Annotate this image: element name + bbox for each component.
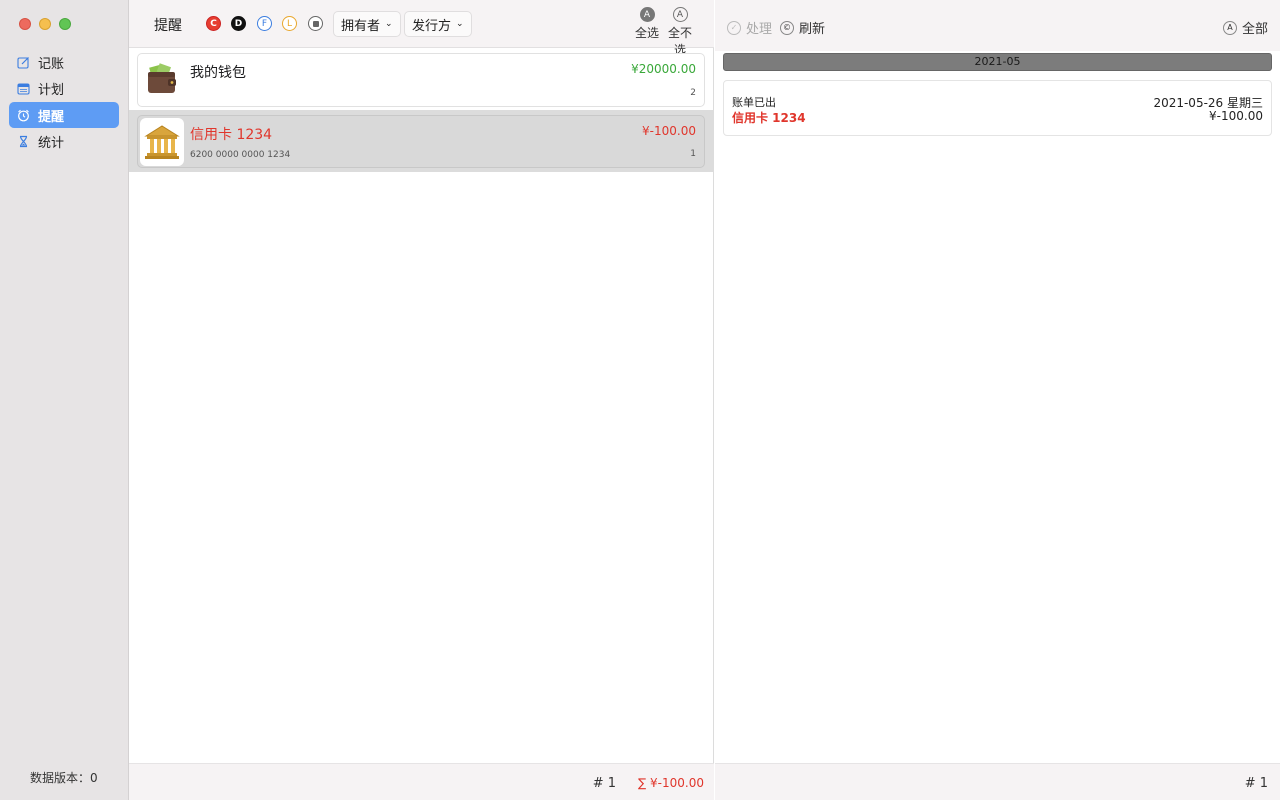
- show-all-button[interactable]: A 全部: [1222, 18, 1268, 37]
- issuer-dropdown-label: 发行方: [412, 18, 452, 34]
- page-title: 提醒: [154, 18, 182, 34]
- account-card-wallet[interactable]: 我的钱包 ¥20000.00 2: [137, 53, 705, 107]
- reminder-detail-pane: ✓ 处理 © 刷新 A 全部 2021-05 账单已出 信用卡 1234 202…: [715, 0, 1280, 800]
- sidebar-item-label: 提醒: [38, 109, 65, 125]
- show-all-label: 全部: [1241, 22, 1268, 37]
- refresh-label: 刷新: [799, 22, 826, 37]
- account-name: 我的钱包: [190, 65, 246, 81]
- select-none-button[interactable]: A 全不选: [665, 7, 695, 58]
- filter-stop-button[interactable]: [308, 16, 323, 31]
- calendar-icon: [17, 82, 30, 95]
- close-window-button[interactable]: [19, 18, 31, 30]
- month-section-header: 2021-05: [723, 53, 1272, 71]
- sidebar-item-label: 记账: [38, 56, 65, 72]
- account-count: 1: [690, 149, 696, 159]
- data-version-label: 数据版本：0: [30, 771, 98, 785]
- checkmark-icon: ✓: [727, 20, 741, 35]
- chevron-down-icon: ⌄: [385, 19, 393, 29]
- bill-account-name: 信用卡 1234: [732, 111, 806, 125]
- filter-f-button[interactable]: F: [257, 16, 272, 31]
- filter-l-button[interactable]: L: [282, 16, 297, 31]
- sidebar-nav: 记账 计划 提醒 统计: [9, 49, 119, 155]
- sidebar-item-reminder[interactable]: 提醒: [9, 102, 119, 128]
- sidebar-item-bookkeeping[interactable]: 记账: [9, 49, 119, 75]
- stop-icon: [312, 20, 319, 27]
- bill-status: 账单已出: [732, 96, 776, 109]
- process-label: 处理: [746, 22, 773, 37]
- sidebar-item-label: 统计: [38, 136, 65, 151]
- owner-dropdown[interactable]: 拥有者 ⌄: [333, 11, 401, 37]
- select-none-icon: A: [672, 7, 688, 22]
- edit-icon: [17, 56, 30, 69]
- issuer-dropdown[interactable]: 发行方 ⌄: [404, 11, 472, 37]
- account-sum-total: ∑ ¥-100.00: [638, 776, 704, 790]
- refresh-icon: ©: [780, 20, 794, 35]
- filter-credit-button[interactable]: C: [206, 16, 221, 31]
- select-all-label: 全选: [634, 26, 659, 40]
- bank-icon: [140, 118, 184, 166]
- process-button[interactable]: ✓ 处理: [727, 18, 772, 37]
- bill-reminder-card[interactable]: 账单已出 信用卡 1234 2021-05-26 星期三 ¥-100.00: [723, 80, 1272, 136]
- owner-dropdown-label: 拥有者: [341, 18, 381, 34]
- sidebar-item-plan[interactable]: 计划: [9, 76, 119, 102]
- select-all-button[interactable]: A 全选: [632, 7, 662, 41]
- account-card-credit-card[interactable]: 信用卡 1234 ¥-100.00 6200 0000 0000 1234 1: [137, 115, 705, 168]
- filter-debit-button[interactable]: D: [231, 16, 246, 31]
- wallet-icon: [140, 56, 184, 104]
- account-count: 2: [690, 88, 696, 98]
- chevron-down-icon: ⌄: [456, 19, 464, 29]
- sidebar-item-statistics[interactable]: 统计: [9, 129, 119, 155]
- account-balance: ¥-100.00: [642, 124, 696, 138]
- bill-amount: ¥-100.00: [1209, 109, 1263, 123]
- account-number: 6200 0000 0000 1234: [190, 150, 291, 160]
- sidebar-item-label: 计划: [38, 83, 65, 98]
- account-list-pane: 提醒 C D F L 拥有者 ⌄ 发行方 ⌄ A 全选 A 全不选 我的钱包 ¥…: [129, 0, 714, 800]
- minimize-window-button[interactable]: [39, 18, 51, 30]
- account-toolbar: 提醒 C D F L 拥有者 ⌄ 发行方 ⌄ A 全选 A 全不选: [129, 0, 714, 57]
- select-all-icon: A: [639, 7, 655, 22]
- all-icon: A: [1222, 20, 1237, 35]
- reminder-toolbar: ✓ 处理 © 刷新 A 全部: [715, 0, 1280, 51]
- account-name: 信用卡 1234: [190, 127, 273, 143]
- account-count-total: # 1: [592, 776, 616, 791]
- zoom-window-button[interactable]: [59, 18, 71, 30]
- window-controls: [19, 18, 71, 30]
- sidebar: 记账 计划 提醒 统计 数据版本：0: [0, 0, 129, 800]
- hourglass-icon: [17, 135, 30, 148]
- account-list-footer: # 1 ∑ ¥-100.00: [129, 763, 714, 800]
- account-balance: ¥20000.00: [631, 62, 696, 76]
- refresh-button[interactable]: © 刷新: [780, 18, 825, 37]
- alarm-clock-icon: [17, 109, 30, 122]
- reminder-count-total: # 1: [1244, 776, 1268, 791]
- reminder-footer: # 1: [715, 763, 1280, 800]
